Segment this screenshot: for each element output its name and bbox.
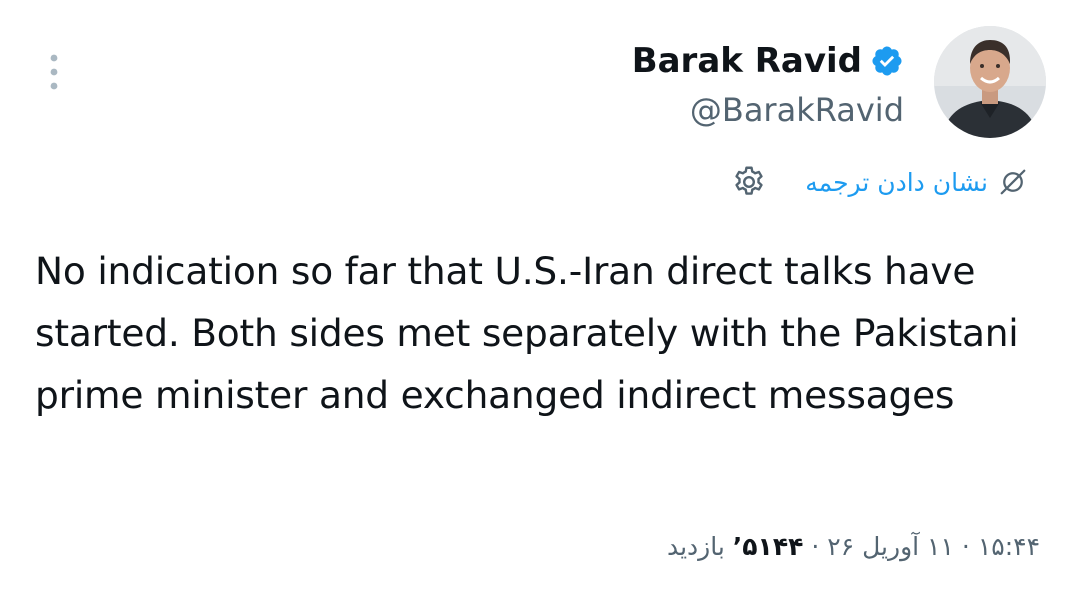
avatar-image	[934, 26, 1046, 138]
gear-icon[interactable]	[731, 164, 767, 200]
views-count: ۵۱۴۴’	[732, 531, 804, 561]
author-handle[interactable]: @BarakRavid	[690, 91, 904, 129]
meta-separator: ·	[811, 531, 820, 561]
meta-separator: ·	[961, 531, 970, 561]
show-translation-label: نشان دادن ترجمه	[805, 167, 988, 197]
translate-icon	[1000, 169, 1026, 195]
author-display-name[interactable]: Barak Ravid	[632, 41, 862, 81]
tweet-meta: ۱۵:۴۴ · ۱۱ آوریل ۲۶ · ۵۱۴۴’ بازدید	[667, 524, 1040, 568]
verified-badge-icon	[872, 46, 902, 76]
tweet-text: No indication so far that U.S.-Iran dire…	[35, 249, 1019, 417]
name-row: Barak Ravid	[632, 35, 904, 87]
avatar[interactable]	[934, 26, 1046, 138]
tweet-header: Barak Ravid @BarakRavid	[632, 26, 1046, 138]
views-label: بازدید	[666, 531, 725, 561]
more-vertical-icon	[50, 54, 58, 90]
translate-row: نشان دادن ترجمه	[731, 160, 1028, 204]
tweet-date[interactable]: ۱۱ آوریل ۲۶	[827, 532, 954, 561]
more-options-button[interactable]	[36, 50, 72, 94]
author-names: Barak Ravid @BarakRavid	[632, 35, 904, 129]
tweet-time[interactable]: ۱۵:۴۴	[978, 532, 1040, 561]
show-translation-link[interactable]: نشان دادن ترجمه	[805, 167, 1028, 197]
